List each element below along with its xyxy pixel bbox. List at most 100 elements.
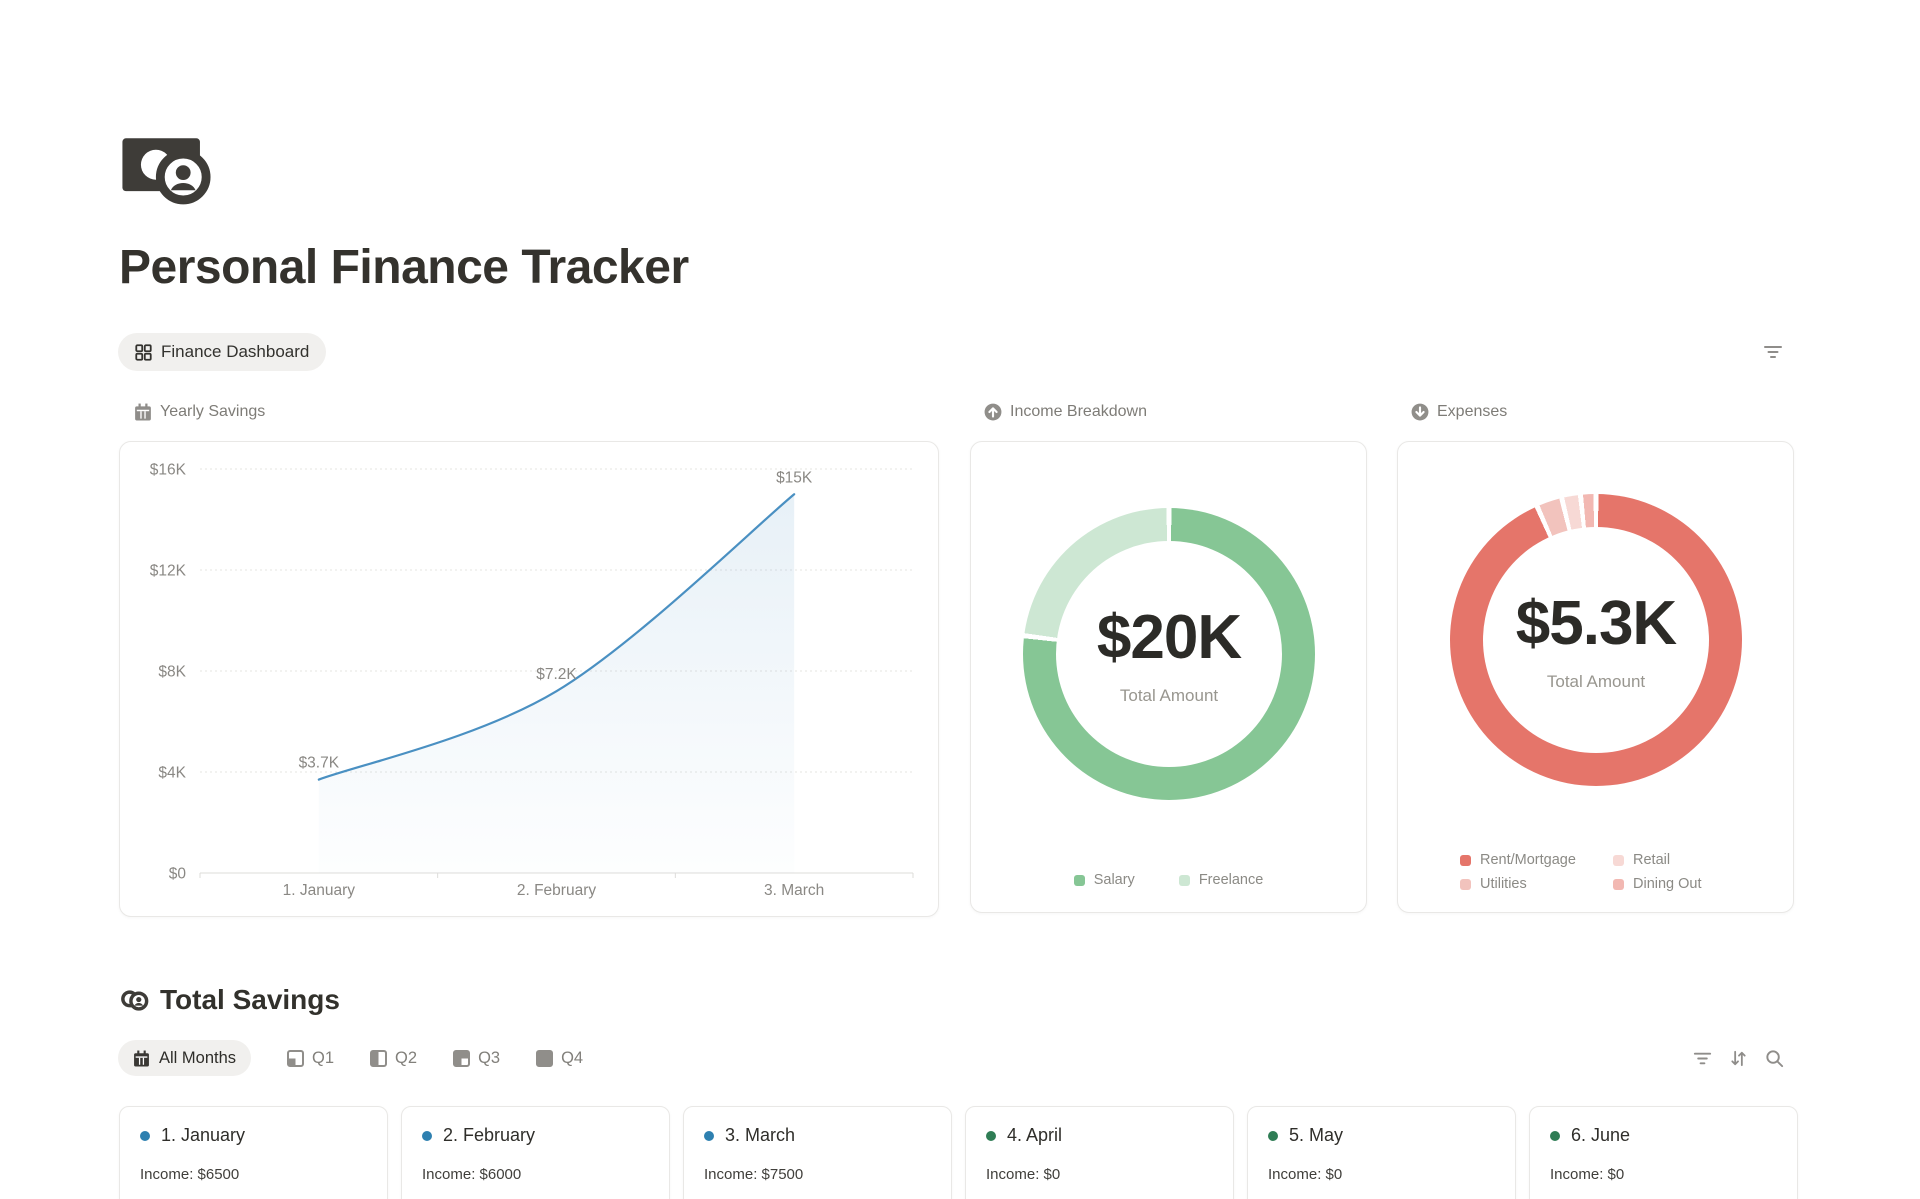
svg-text:1. January: 1. January [283,882,356,899]
legend-label: Dining Out [1633,876,1702,892]
q2-label: Q2 [395,1049,417,1068]
quarter-2-icon [370,1050,387,1067]
expenses-label: Expenses [1437,403,1507,421]
filter-q3[interactable]: Q3 [453,1049,500,1068]
dashboard-filter-icon[interactable] [1762,341,1784,363]
month-card-march[interactable]: 3. March Income: $7500 [683,1106,952,1199]
expenses-header: Expenses [1411,401,1507,423]
filter-icon[interactable] [1692,1048,1713,1069]
svg-text:3. March: 3. March [764,882,824,899]
calendar-icon [134,403,152,421]
month-income: Income: $6500 [140,1166,367,1183]
q1-label: Q1 [312,1049,334,1068]
month-card-may[interactable]: 5. May Income: $0 [1247,1106,1516,1199]
income-breakdown-label: Income Breakdown [1010,403,1147,421]
income-breakdown-card: $20K Total Amount Salary Freelance [970,441,1367,913]
income-legend: Salary Freelance [971,872,1366,888]
filter-all-months[interactable]: All Months [118,1040,251,1076]
expenses-card: $5.3K Total Amount Rent/Mortgage Retail … [1397,441,1794,913]
month-income: Income: $0 [1550,1166,1777,1183]
expenses-legend: Rent/Mortgage Retail Utilities Dining Ou… [1460,852,1702,892]
month-title: 3. March [725,1125,795,1146]
tab-finance-dashboard[interactable]: Finance Dashboard [118,333,326,371]
month-title: 6. June [1571,1125,1630,1146]
month-status-icon [422,1131,432,1141]
view-tabs: Finance Dashboard [118,333,326,371]
month-status-icon [1550,1131,1560,1141]
months-card-row: 1. January Income: $6500 2. February Inc… [119,1106,1798,1199]
income-breakdown-header: Income Breakdown [984,401,1147,423]
month-status-icon [140,1131,150,1141]
yearly-savings-header: Yearly Savings [134,401,265,423]
svg-text:$8K: $8K [158,664,186,681]
total-savings-label: Total Savings [160,984,340,1016]
month-title: 1. January [161,1125,245,1146]
legend-swatch [1613,855,1624,866]
months-toolbar-icons [1692,1048,1785,1069]
income-total-value: $20K [1097,602,1241,673]
search-icon[interactable] [1764,1048,1785,1069]
legend-label: Freelance [1199,872,1263,888]
income-donut-chart: $20K Total Amount [1023,508,1315,800]
legend-item: Salary [1074,872,1135,888]
legend-swatch [1074,875,1085,886]
legend-item: Retail [1613,852,1702,868]
circle-arrow-down-icon [1411,403,1429,421]
sort-icon[interactable] [1728,1048,1749,1069]
total-savings-heading: Total Savings [121,984,340,1016]
month-card-january[interactable]: 1. January Income: $6500 [119,1106,388,1199]
all-months-label: All Months [159,1049,236,1068]
svg-text:$15K: $15K [776,469,813,486]
calendar-icon [133,1050,150,1067]
legend-swatch [1613,879,1624,890]
svg-text:$0: $0 [169,866,187,883]
filter-q1[interactable]: Q1 [287,1049,334,1068]
svg-text:$3.7K: $3.7K [299,755,340,772]
legend-label: Utilities [1480,876,1527,892]
legend-swatch [1460,879,1471,890]
legend-swatch [1179,875,1190,886]
legend-item: Rent/Mortgage [1460,852,1613,868]
coins-icon [121,988,149,1012]
page-title: Personal Finance Tracker [119,240,689,295]
quarter-1-icon [287,1050,304,1067]
tab-label: Finance Dashboard [161,342,309,362]
month-income: Income: $7500 [704,1166,931,1183]
circle-arrow-up-icon [984,403,1002,421]
filter-q2[interactable]: Q2 [370,1049,417,1068]
income-total-label: Total Amount [1120,686,1218,706]
legend-label: Rent/Mortgage [1480,852,1576,868]
page-money-icon [120,133,220,207]
month-income: Income: $0 [986,1166,1213,1183]
month-card-february[interactable]: 2. February Income: $6000 [401,1106,670,1199]
svg-text:$12K: $12K [150,563,187,580]
expenses-total-value: $5.3K [1516,588,1676,659]
legend-label: Retail [1633,852,1670,868]
q4-label: Q4 [561,1049,583,1068]
expenses-donut-chart: $5.3K Total Amount [1450,494,1742,786]
expenses-total-label: Total Amount [1547,672,1645,692]
legend-item: Dining Out [1613,876,1702,892]
yearly-savings-chart-card: $16K$12K$8K$4K$01. January2. February3. … [119,441,939,917]
svg-text:$16K: $16K [150,462,187,479]
filter-q4[interactable]: Q4 [536,1049,583,1068]
quarter-4-icon [536,1050,553,1067]
legend-label: Salary [1094,872,1135,888]
svg-text:$4K: $4K [158,765,186,782]
month-title: 4. April [1007,1125,1062,1146]
month-status-icon [704,1131,714,1141]
month-income: Income: $0 [1268,1166,1495,1183]
legend-item: Freelance [1179,872,1263,888]
month-status-icon [986,1131,996,1141]
quarter-3-icon [453,1050,470,1067]
grid-view-icon [135,344,152,361]
month-title: 2. February [443,1125,535,1146]
yearly-savings-label: Yearly Savings [160,403,265,421]
month-status-icon [1268,1131,1278,1141]
month-card-april[interactable]: 4. April Income: $0 [965,1106,1234,1199]
month-card-june[interactable]: 6. June Income: $0 [1529,1106,1798,1199]
month-title: 5. May [1289,1125,1343,1146]
legend-swatch [1460,855,1471,866]
svg-text:$7.2K: $7.2K [536,666,577,683]
month-income: Income: $6000 [422,1166,649,1183]
